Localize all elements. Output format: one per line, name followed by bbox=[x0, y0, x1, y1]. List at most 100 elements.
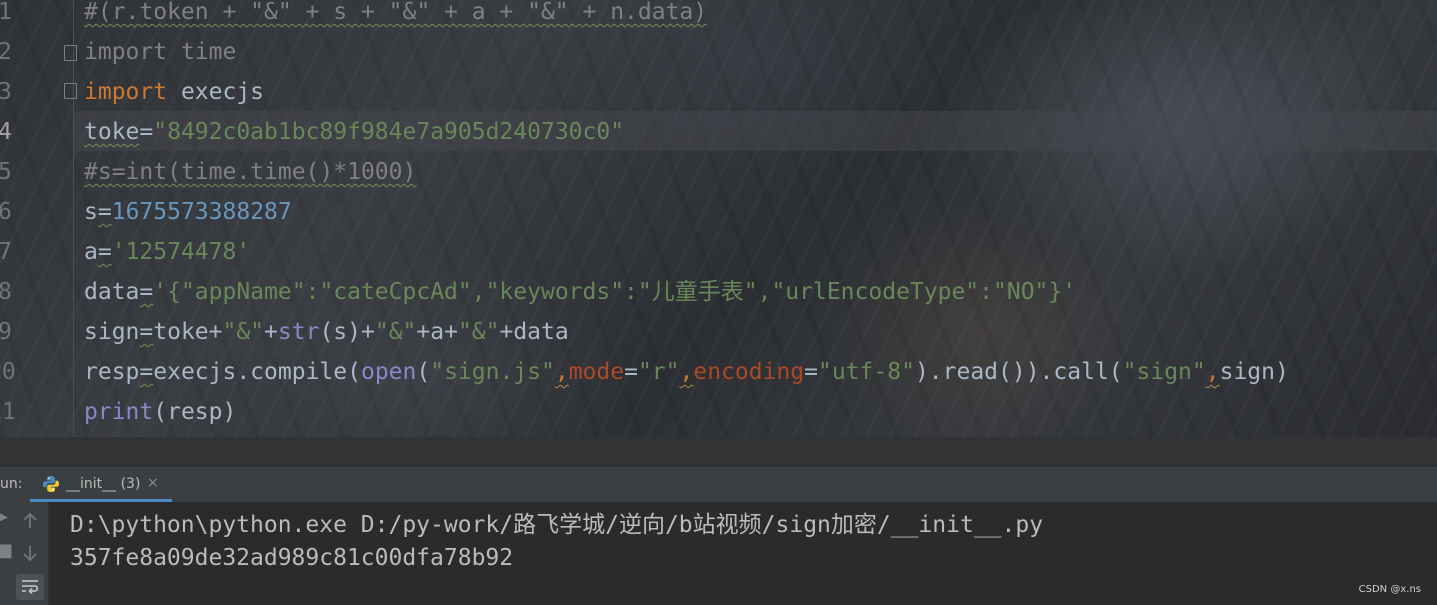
code-token: , bbox=[554, 359, 569, 385]
code-token: open bbox=[360, 359, 417, 385]
code-editor[interactable]: 1 #(r.token + "&" + s + "&" + a + "&" + … bbox=[0, 0, 1437, 437]
code-text[interactable]: a='12574478' bbox=[84, 232, 250, 272]
code-token: a bbox=[84, 239, 98, 265]
code-line-3[interactable]: 3 import execjs bbox=[0, 72, 1437, 112]
code-token: = bbox=[139, 119, 154, 145]
code-token: sign) bbox=[1219, 359, 1289, 385]
code-line-8[interactable]: 8 data='{"appName":"cateCpcAd","keywords… bbox=[0, 272, 1437, 312]
soft-wrap-icon bbox=[22, 580, 39, 595]
code-token: resp bbox=[84, 359, 140, 385]
run-panel-header: un: __init__ (3) × bbox=[0, 466, 1437, 503]
code-token: execjs bbox=[167, 79, 265, 105]
code-text[interactable]: import time bbox=[84, 32, 236, 72]
code-token: ).read()).call( bbox=[914, 359, 1123, 385]
line-number: 9 bbox=[0, 319, 12, 345]
code-text[interactable]: toke="8492c0ab1bc89f984e7a905d240730c0" bbox=[84, 112, 624, 152]
run-tab-init[interactable]: __init__ (3) × bbox=[30, 467, 172, 502]
code-token: "&" bbox=[222, 319, 265, 345]
code-token: = bbox=[139, 319, 154, 345]
code-token: encoding bbox=[693, 359, 805, 385]
run-toolstrip: ▶ ■ bbox=[0, 502, 49, 605]
watermark: CSDN @x.ns bbox=[1358, 584, 1421, 595]
line-number: 8 bbox=[0, 279, 12, 305]
code-token: "&" bbox=[457, 319, 500, 345]
code-token: toke+ bbox=[153, 319, 223, 345]
code-token: (s)+ bbox=[319, 319, 375, 345]
line-number: 1 bbox=[0, 0, 12, 25]
code-line-10[interactable]: 10 resp=execjs.compile(open("sign.js",mo… bbox=[0, 352, 1437, 392]
code-token: "sign" bbox=[1122, 359, 1206, 385]
arrow-down-icon[interactable] bbox=[22, 544, 38, 562]
code-token: 1675573388287 bbox=[111, 199, 292, 225]
line-number: 4 bbox=[0, 119, 12, 145]
code-text[interactable]: resp=execjs.compile(open("sign.js",mode=… bbox=[84, 352, 1289, 392]
code-token: (resp) bbox=[153, 399, 237, 425]
code-line-4[interactable]: 4 toke="8492c0ab1bc89f984e7a905d240730c0… bbox=[0, 112, 1437, 152]
console-output-line: 357fe8a09de32ad989c81c00dfa78b92 bbox=[70, 545, 514, 571]
code-token: +data bbox=[499, 319, 569, 345]
code-text[interactable]: sign=toke+"&"+str(s)+"&"+a+"&"+data bbox=[84, 312, 569, 352]
code-line-11[interactable]: 11 print(resp) bbox=[0, 392, 1437, 432]
line-number: 7 bbox=[0, 239, 12, 265]
code-line-1[interactable]: 1 #(r.token + "&" + s + "&" + a + "&" + … bbox=[0, 0, 1437, 32]
code-text[interactable]: #s=int(time.time()*1000) bbox=[84, 152, 416, 192]
code-text[interactable]: print(resp) bbox=[84, 392, 236, 432]
code-line-6[interactable]: 6 s=1675573388287 bbox=[0, 192, 1437, 232]
line-number: 10 bbox=[0, 359, 16, 385]
code-line-5[interactable]: 5 #s=int(time.time()*1000) bbox=[0, 152, 1437, 192]
code-token: ( bbox=[416, 359, 431, 385]
code-text[interactable]: #(r.token + "&" + s + "&" + a + "&" + n.… bbox=[84, 0, 707, 32]
code-token: data bbox=[84, 279, 140, 305]
stop-icon[interactable]: ■ bbox=[0, 540, 13, 561]
run-tab-label: __init__ (3) bbox=[66, 476, 141, 492]
code-token: = bbox=[139, 359, 154, 385]
line-number: 5 bbox=[0, 159, 12, 185]
code-token: + bbox=[264, 319, 278, 345]
code-token: #s=int(time.time()*1000) bbox=[84, 159, 417, 185]
code-token: str bbox=[277, 319, 320, 345]
line-number: 6 bbox=[0, 199, 12, 225]
code-token: sign bbox=[84, 319, 140, 345]
code-text[interactable]: s=1675573388287 bbox=[84, 192, 292, 232]
code-token: , bbox=[1205, 359, 1220, 385]
arrow-up-icon[interactable] bbox=[22, 512, 38, 530]
console-output-line: D:\python\python.exe D:/py-work/路飞学城/逆向/… bbox=[70, 512, 1044, 538]
code-text[interactable]: data='{"appName":"cateCpcAd","keywords":… bbox=[84, 272, 1076, 312]
panel-splitter[interactable] bbox=[0, 437, 1437, 466]
code-token: #(r.token + "&" + s + "&" + a + "&" + n.… bbox=[84, 0, 708, 25]
code-token: time bbox=[167, 39, 237, 65]
code-token: '{"appName":"cateCpcAd","keywords":"儿童手表… bbox=[153, 279, 1077, 305]
code-token: import bbox=[84, 39, 168, 65]
code-token: "r" bbox=[637, 359, 680, 385]
close-icon[interactable]: × bbox=[147, 475, 159, 491]
run-label: un: bbox=[0, 476, 23, 492]
code-token: "sign.js" bbox=[430, 359, 555, 385]
code-token: print bbox=[84, 399, 154, 425]
code-line-9[interactable]: 9 sign=toke+"&"+str(s)+"&"+a+"&"+data bbox=[0, 312, 1437, 352]
code-token: "&" bbox=[374, 319, 417, 345]
code-line-7[interactable]: 7 a='12574478' bbox=[0, 232, 1437, 272]
code-token: = bbox=[804, 359, 818, 385]
fold-marker-icon[interactable] bbox=[64, 83, 77, 99]
code-token: toke bbox=[84, 119, 140, 145]
line-number: 2 bbox=[0, 39, 12, 65]
code-token: = bbox=[97, 199, 112, 225]
code-token: = bbox=[624, 359, 638, 385]
line-number: 3 bbox=[0, 79, 12, 105]
code-token: = bbox=[97, 239, 112, 265]
code-token: , bbox=[679, 359, 694, 385]
code-token: mode bbox=[568, 359, 625, 385]
python-file-icon bbox=[43, 476, 59, 492]
code-token: import bbox=[84, 79, 168, 105]
rerun-icon[interactable]: ▶ bbox=[0, 506, 8, 527]
code-token: execjs.compile( bbox=[153, 359, 361, 385]
code-token: "8492c0ab1bc89f984e7a905d240730c0" bbox=[153, 119, 625, 145]
code-token: "utf-8" bbox=[818, 359, 915, 385]
fold-marker-icon[interactable] bbox=[64, 45, 77, 61]
code-token: +a+ bbox=[416, 319, 458, 345]
code-line-2[interactable]: 2 import time bbox=[0, 32, 1437, 72]
soft-wrap-button[interactable] bbox=[16, 574, 44, 600]
code-text[interactable]: import execjs bbox=[84, 72, 264, 112]
code-token: = bbox=[139, 279, 154, 305]
code-token: '12574478' bbox=[111, 239, 251, 265]
